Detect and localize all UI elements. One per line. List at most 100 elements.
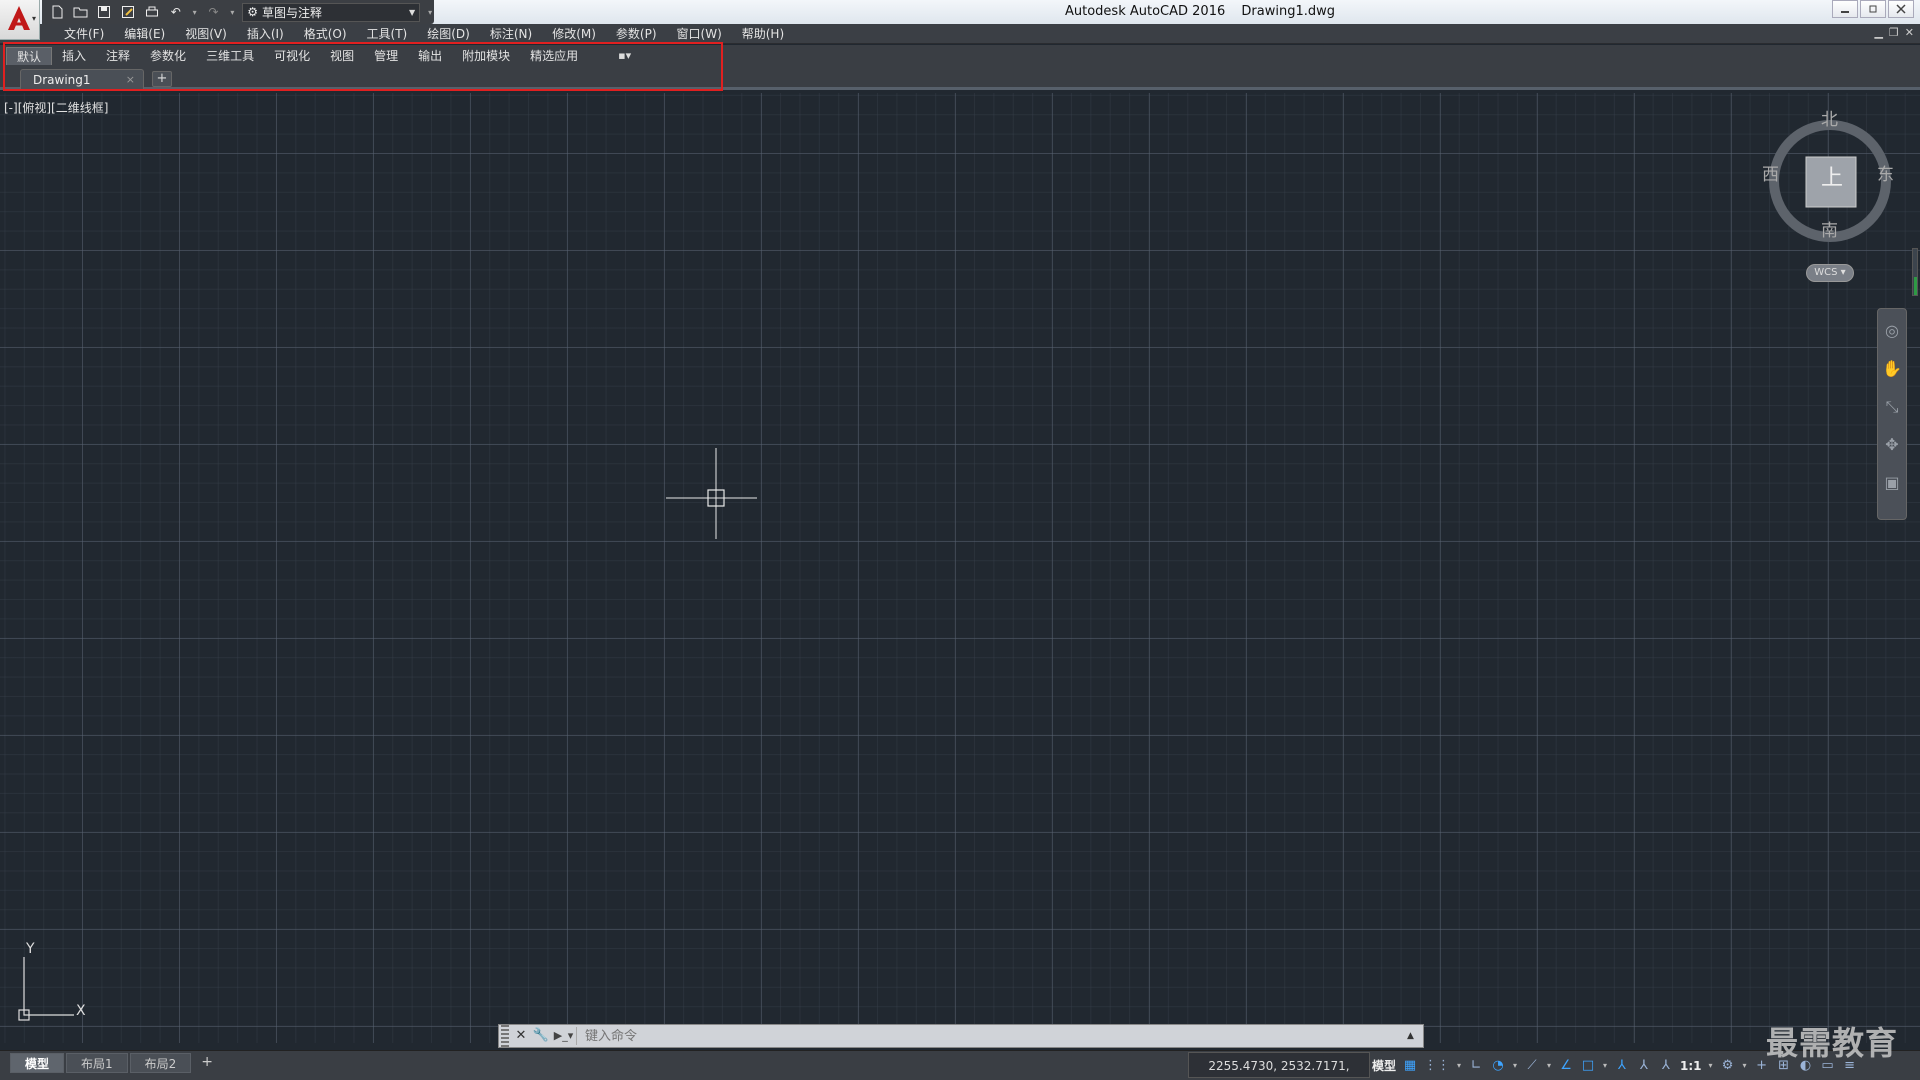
polar-dropdown-icon[interactable]: ▾ <box>1512 1055 1518 1077</box>
pan-hand-icon[interactable]: ✋ <box>1882 359 1902 379</box>
workspace-selector[interactable]: ⚙ 草图与注释 ▼ <box>242 2 421 22</box>
close-icon[interactable]: × <box>126 73 135 86</box>
workspace-dropdown-icon[interactable]: ▾ <box>1742 1055 1748 1077</box>
layout-tab-model[interactable]: 模型 <box>10 1053 65 1073</box>
model-space-button[interactable]: 模型 <box>1372 1055 1396 1077</box>
ribbon-tabs: 默认 插入 注释 参数化 三维工具 可视化 视图 管理 输出 附加模块 精选应用… <box>6 47 641 67</box>
object-snap-dropdown-icon[interactable]: ▾ <box>1602 1055 1608 1077</box>
annotation-scale-icon[interactable]: ⅄ <box>1658 1055 1674 1077</box>
file-tab-label: Drawing1 <box>33 72 91 87</box>
compass-east[interactable]: 东 <box>1877 160 1894 185</box>
viewport-controls-label[interactable]: [-][俯视][二维线框] <box>4 99 108 116</box>
command-input[interactable] <box>585 1028 1407 1044</box>
save-icon[interactable] <box>96 3 114 21</box>
undo-icon[interactable]: ↶ <box>167 3 185 21</box>
tab-addins[interactable]: 附加模块 <box>452 47 520 65</box>
isodraft-dropdown-icon[interactable]: ▾ <box>1546 1055 1552 1077</box>
workspace-switch-gear-icon[interactable]: ⚙ <box>1720 1055 1736 1077</box>
add-layout-button[interactable]: + <box>193 1053 221 1073</box>
tab-featured-apps[interactable]: 精选应用 <box>520 47 588 65</box>
snap-icon[interactable]: ⋮⋮ <box>1424 1055 1450 1077</box>
auto-scale-icon[interactable]: ⅄ <box>1636 1055 1652 1077</box>
zoom-extents-icon[interactable]: ⤡ <box>1882 397 1902 417</box>
polar-tracking-icon[interactable]: ◔ <box>1490 1055 1506 1077</box>
close-button[interactable] <box>1888 0 1914 18</box>
command-line-grip[interactable] <box>501 1025 509 1047</box>
menu-insert[interactable]: 插入(I) <box>237 24 294 44</box>
menu-parametric[interactable]: 参数(P) <box>606 24 667 44</box>
tab-manage[interactable]: 管理 <box>364 47 408 65</box>
recent-commands-icon[interactable]: ▶_▾ <box>551 1027 577 1045</box>
tab-parametric[interactable]: 参数化 <box>140 47 196 65</box>
object-snap-icon[interactable]: □ <box>1580 1055 1596 1077</box>
scroll-thumb[interactable] <box>1914 277 1917 295</box>
tab-output[interactable]: 输出 <box>408 47 452 65</box>
ucs-x-label: X <box>76 1003 86 1019</box>
drawing-canvas[interactable]: [-][俯视][二维线框] Y X 北 南 东 西 上 WCS ▾ ◎ ✋ ⤡ … <box>0 93 1920 1043</box>
orbit-icon[interactable]: ✥ <box>1882 435 1902 455</box>
wcs-menu-button[interactable]: WCS ▾ <box>1806 264 1854 282</box>
tab-annotate[interactable]: 注释 <box>96 47 140 65</box>
compass-south[interactable]: 南 <box>1821 216 1838 241</box>
menu-draw[interactable]: 绘图(D) <box>417 24 480 44</box>
minimize-button[interactable] <box>1832 0 1858 18</box>
ribbon-display-toggle-icon[interactable]: ▪▾ <box>608 47 641 65</box>
save-as-icon[interactable] <box>119 3 137 21</box>
tab-view[interactable]: 视图 <box>320 47 364 65</box>
layout-tab-layout2[interactable]: 布局2 <box>129 1053 192 1073</box>
snap-dropdown-icon[interactable]: ▾ <box>1456 1055 1462 1077</box>
layout-tab-layout1[interactable]: 布局1 <box>66 1053 128 1073</box>
application-menu-button[interactable]: ▾ <box>0 0 40 40</box>
scale-dropdown-icon[interactable]: ▾ <box>1708 1055 1714 1077</box>
menu-view[interactable]: 视图(V) <box>175 24 237 44</box>
coordinates-readout[interactable]: 2255.4730, 2532.7171, 0.0000 <box>1188 1052 1370 1078</box>
isodraft-icon[interactable]: ⟋ <box>1524 1055 1540 1077</box>
grid-icon[interactable]: ▦ <box>1402 1055 1418 1077</box>
new-file-icon[interactable] <box>48 3 66 21</box>
command-line: ✕ 🔧 ▶_▾ ▲ <box>498 1024 1424 1048</box>
tab-3d-tools[interactable]: 三维工具 <box>196 47 264 65</box>
redo-dropdown-icon[interactable]: ▾ <box>228 8 236 17</box>
status-bar: 模型 布局1 布局2 + 2255.4730, 2532.7171, 0.000… <box>0 1050 1920 1080</box>
annotation-scale-value[interactable]: 1:1 <box>1680 1055 1702 1077</box>
menu-window[interactable]: 窗口(W) <box>667 24 732 44</box>
new-tab-button[interactable]: + <box>152 71 172 87</box>
compass-west[interactable]: 西 <box>1762 160 1779 185</box>
open-folder-icon[interactable] <box>72 3 90 21</box>
redo-icon[interactable]: ↷ <box>205 3 223 21</box>
menu-edit[interactable]: 编辑(E) <box>114 24 175 44</box>
wrench-icon[interactable]: 🔧 <box>531 1026 551 1046</box>
annotation-visibility-icon[interactable]: ⅄ <box>1614 1055 1630 1077</box>
tab-visualize[interactable]: 可视化 <box>264 47 320 65</box>
doc-restore-icon[interactable]: ❐ <box>1889 26 1899 39</box>
doc-close-icon[interactable]: ✕ <box>1905 26 1914 39</box>
chevron-down-icon: ▾ <box>31 14 36 23</box>
menu-format[interactable]: 格式(O) <box>294 24 357 44</box>
viewcube[interactable]: 北 南 东 西 上 <box>1762 110 1898 249</box>
undo-dropdown-icon[interactable]: ▾ <box>191 8 199 17</box>
tab-insert[interactable]: 插入 <box>52 47 96 65</box>
compass-north[interactable]: 北 <box>1821 105 1838 130</box>
object-snap-tracking-icon[interactable]: ∠ <box>1558 1055 1574 1077</box>
vertical-scroll-indicator[interactable] <box>1912 248 1918 296</box>
steering-wheel-icon[interactable]: ◎ <box>1882 321 1902 341</box>
watermark-logo: 最需教育 <box>1766 1024 1899 1062</box>
customize-qat-icon[interactable]: ▾ <box>426 8 434 17</box>
menu-tools[interactable]: 工具(T) <box>357 24 418 44</box>
close-icon[interactable]: ✕ <box>511 1026 531 1046</box>
file-tab-drawing1[interactable]: Drawing1 × <box>20 69 144 89</box>
menu-dimension[interactable]: 标注(N) <box>480 24 542 44</box>
restore-button[interactable] <box>1860 0 1886 18</box>
quick-access-toolbar: ↶ ▾ ↷ ▾ ⚙ 草图与注释 ▼ ▾ <box>42 0 434 24</box>
expand-history-icon[interactable]: ▲ <box>1407 1031 1423 1041</box>
ortho-icon[interactable]: ∟ <box>1468 1055 1484 1077</box>
print-icon[interactable] <box>143 3 161 21</box>
showmotion-icon[interactable]: ▣ <box>1882 473 1902 493</box>
viewcube-top-face[interactable]: 上 <box>1821 160 1843 192</box>
doc-minimize-icon[interactable]: ▁ <box>1874 26 1882 39</box>
menu-help[interactable]: 帮助(H) <box>732 24 794 44</box>
menu-modify[interactable]: 修改(M) <box>542 24 606 44</box>
menu-file[interactable]: 文件(F) <box>54 24 114 44</box>
tab-default[interactable]: 默认 <box>6 47 53 65</box>
menu-bar: 文件(F) 编辑(E) 视图(V) 插入(I) 格式(O) 工具(T) 绘图(D… <box>0 24 1920 44</box>
